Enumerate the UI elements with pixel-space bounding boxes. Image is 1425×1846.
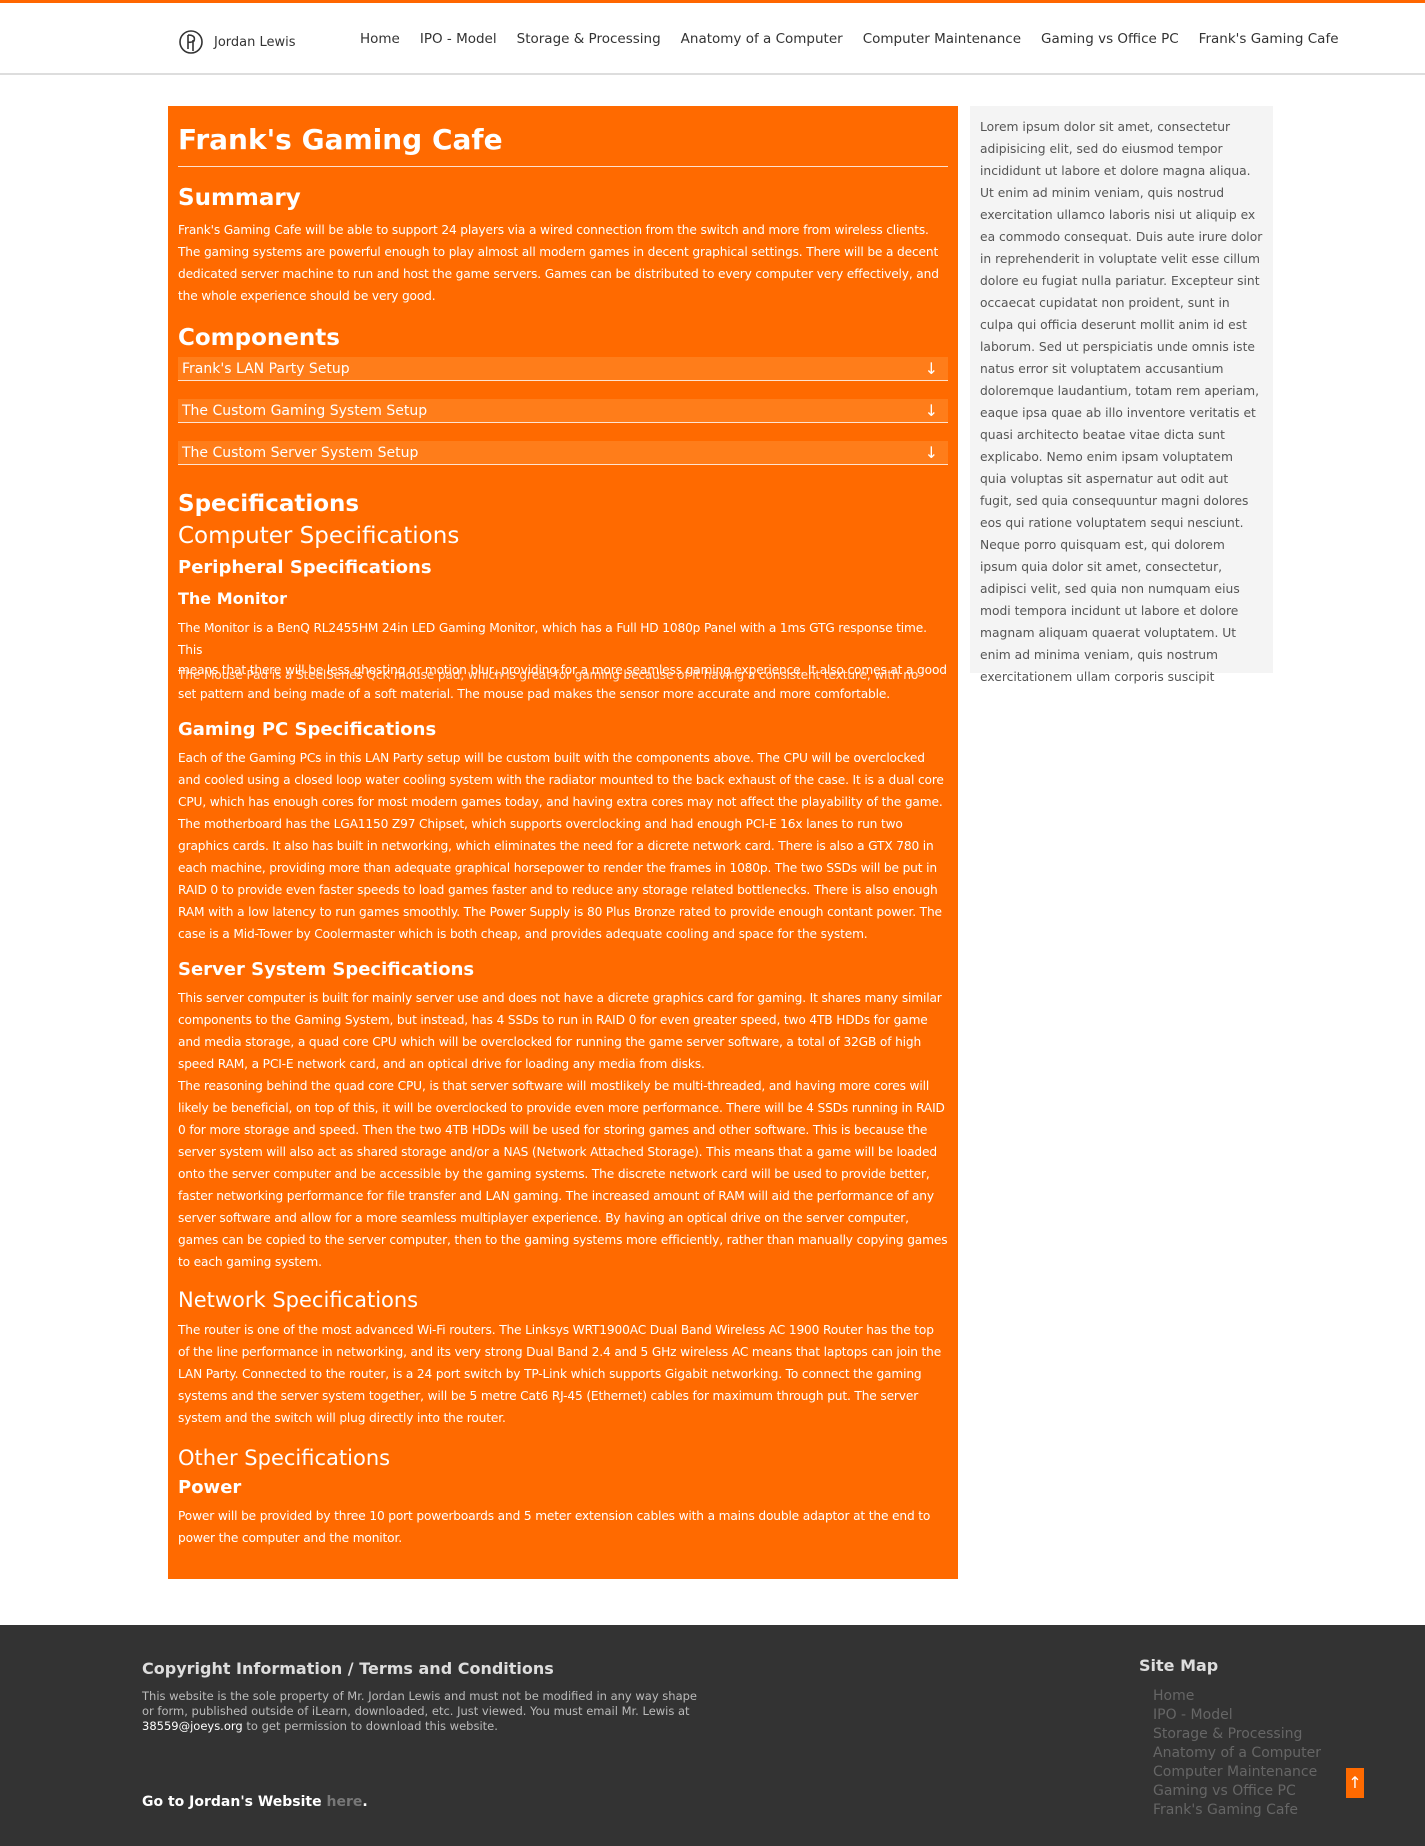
main-content: Frank's Gaming Cafe Summary Frank's Gami… (168, 106, 958, 1579)
copyright-text: This website is the sole property of Mr.… (142, 1689, 702, 1734)
summary-text: Frank's Gaming Cafe will be able to supp… (178, 223, 939, 303)
page-title: Frank's Gaming Cafe (178, 122, 948, 167)
nav-storage-processing[interactable]: Storage & Processing (517, 31, 661, 47)
sitemap-anatomy[interactable]: Anatomy of a Computer (1153, 1744, 1321, 1763)
arrow-up-icon: ↑ (1348, 1773, 1362, 1792)
scroll-to-top-button[interactable]: ↑ (1346, 1768, 1364, 1798)
mousepad-text-line-2: set pattern and being made of a soft mat… (178, 687, 890, 701)
peripheral-specs-heading: Peripheral Specifications (178, 557, 432, 578)
accordion-server-system[interactable]: The Custom Server System Setup ↓ (178, 441, 948, 465)
sitemap-franks-gaming-cafe[interactable]: Frank's Gaming Cafe (1153, 1801, 1321, 1820)
accordion-label: The Custom Gaming System Setup (182, 402, 428, 419)
sidebar-text: Lorem ipsum dolor sit amet, consectetur … (980, 120, 1263, 684)
sitemap-ipo-model[interactable]: IPO - Model (1153, 1706, 1321, 1725)
goto-period: . (362, 1794, 368, 1810)
goto-text: Go to Jordan's Website (142, 1794, 322, 1810)
nav-franks-gaming-cafe[interactable]: Frank's Gaming Cafe (1199, 31, 1339, 47)
copyright-body: This website is the sole property of Mr.… (142, 1689, 698, 1718)
monitor-heading: The Monitor (178, 589, 288, 608)
network-heading: Network Specifications (178, 1288, 419, 1312)
accordion-gaming-system[interactable]: The Custom Gaming System Setup ↓ (178, 399, 948, 423)
sitemap-title: Site Map (1139, 1656, 1219, 1675)
server-heading: Server System Specifications (178, 959, 475, 980)
main-nav: Home IPO - Model Storage & Processing An… (360, 31, 1359, 47)
sitemap-storage-processing[interactable]: Storage & Processing (1153, 1725, 1321, 1744)
nav-home[interactable]: Home (360, 31, 400, 47)
summary-heading: Summary (178, 185, 301, 211)
sitemap-gaming-vs-office[interactable]: Gaming vs Office PC (1153, 1782, 1321, 1801)
power-heading: Power (178, 1477, 242, 1498)
power-text: Power will be provided by three 10 port … (178, 1509, 931, 1545)
mousepad-text-line-1: The Mouse Pad is a SteelSeries QcK mouse… (178, 668, 919, 682)
arrow-down-icon: ↓ (924, 443, 938, 462)
accordion-label: Frank's LAN Party Setup (182, 360, 350, 377)
components-heading: Components (178, 325, 340, 351)
gaming-pc-heading: Gaming PC Specifications (178, 719, 437, 740)
site-header: Jordan Lewis Home IPO - Model Storage & … (0, 3, 1425, 75)
sitemap-home[interactable]: Home (1153, 1687, 1321, 1706)
brand[interactable]: Jordan Lewis (178, 29, 296, 55)
sidebar: Lorem ipsum dolor sit amet, consectetur … (970, 106, 1273, 684)
nav-gaming-vs-office[interactable]: Gaming vs Office PC (1041, 31, 1179, 47)
sitemap-list: Home IPO - Model Storage & Processing An… (1153, 1687, 1321, 1820)
email-link[interactable]: 38559@joeys.org (142, 1719, 243, 1733)
other-specs-heading: Other Specifications (178, 1446, 391, 1470)
arrow-down-icon: ↓ (924, 401, 938, 420)
site-footer: Copyright Information / Terms and Condit… (0, 1625, 1425, 1846)
sitemap-maintenance[interactable]: Computer Maintenance (1153, 1763, 1321, 1782)
here-link[interactable]: here (326, 1794, 362, 1810)
nav-maintenance[interactable]: Computer Maintenance (863, 31, 1021, 47)
monitor-text-line-1: The Monitor is a BenQ RL2455HM 24in LED … (178, 621, 927, 657)
network-text: The router is one of the most advanced W… (178, 1323, 942, 1425)
nav-ipo-model[interactable]: IPO - Model (420, 31, 497, 47)
nav-anatomy[interactable]: Anatomy of a Computer (681, 31, 843, 47)
brand-name: Jordan Lewis (214, 34, 296, 50)
gaming-pc-text: Each of the Gaming PCs in this LAN Party… (178, 751, 944, 941)
logo-icon (179, 30, 203, 54)
specifications-heading: Specifications (178, 491, 360, 517)
accordion-label: The Custom Server System Setup (182, 444, 419, 461)
copyright-end: to get permission to download this websi… (246, 1719, 498, 1733)
server-text-2: The reasoning behind the quad core CPU, … (178, 1079, 948, 1269)
server-text-1: This server computer is built for mainly… (178, 991, 942, 1071)
copyright-title: Copyright Information / Terms and Condit… (142, 1659, 554, 1678)
accordion-lan-party[interactable]: Frank's LAN Party Setup ↓ (178, 357, 948, 381)
monitor-overlap-line: means that there will be less ghosting o… (178, 661, 948, 683)
goto-website: Go to Jordan's Website here. (142, 1794, 368, 1810)
computer-specs-heading: Computer Specifications (178, 523, 460, 549)
arrow-down-icon: ↓ (924, 359, 938, 378)
